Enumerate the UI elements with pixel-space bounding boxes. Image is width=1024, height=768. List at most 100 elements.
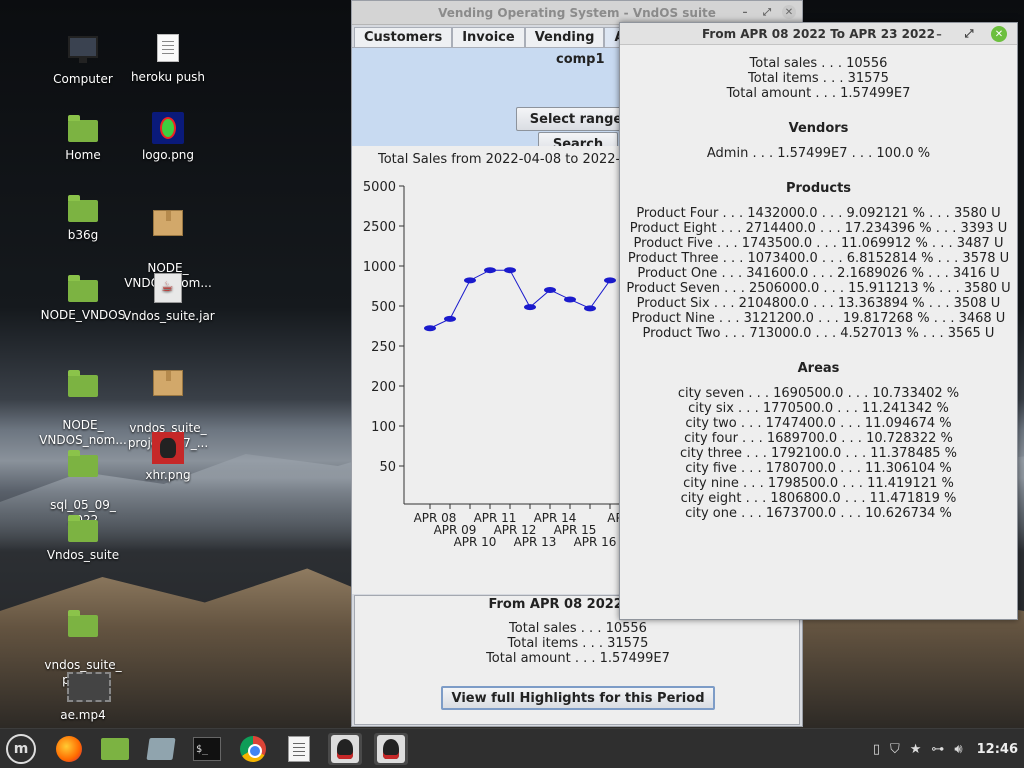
desktop-icon-node-vndos[interactable]: NODE_VNDOS	[38, 272, 128, 323]
company-label: comp1	[556, 52, 605, 67]
area-row: city eight . . . 1806800.0 . . . 11.4718…	[680, 491, 957, 506]
desktop-icon-vndos-suite-jar[interactable]: Vndos_suite.jar	[123, 272, 215, 324]
desktop-icon-ae-mp4[interactable]: ae.mp4	[38, 672, 128, 723]
minimize-icon[interactable]: –	[738, 5, 752, 19]
popup-titlebar[interactable]: From APR 08 2022 To APR 23 2022 – ⤢ ✕	[620, 23, 1017, 45]
area-row: city five . . . 1780700.0 . . . 11.30610…	[685, 461, 952, 476]
archive-icon	[152, 370, 184, 402]
folder-icon	[67, 272, 99, 304]
desktop-icon-label: logo.png	[141, 148, 195, 162]
video-icon	[67, 672, 111, 704]
y-tick-label: 2500	[363, 220, 396, 235]
desktop-icon-heroku-push[interactable]: heroku push	[123, 32, 213, 85]
taskbar-java-app-2[interactable]	[374, 733, 408, 765]
desktop-icon-computer[interactable]: Computer	[38, 32, 128, 87]
document-viewer-icon	[288, 736, 310, 762]
maximize-icon[interactable]: ⤢	[760, 5, 774, 19]
window-title: Vending Operating System - VndOS suite	[438, 5, 716, 20]
x-tick-label: APR 10	[454, 535, 497, 549]
product-row: Product Nine . . . 3121200.0 . . . 19.81…	[631, 311, 1006, 326]
close-icon[interactable]: ✕	[991, 26, 1007, 42]
desktop-icon-home[interactable]: Home	[38, 112, 128, 163]
series-line	[429, 269, 611, 329]
desktop-icon-b36g[interactable]: b36g	[38, 192, 128, 243]
data-point	[544, 286, 556, 293]
home-folder-icon	[67, 112, 99, 144]
select-range-button[interactable]: Select range	[516, 107, 636, 131]
taskbar-documents[interactable]	[282, 733, 316, 765]
text-editor-icon	[146, 738, 176, 760]
summary-total-sales: Total sales . . . 10556	[509, 621, 647, 636]
desktop-icon-xhr-png[interactable]: xhr.png	[123, 432, 213, 483]
product-row: Product Seven . . . 2506000.0 . . . 15.9…	[626, 281, 1011, 296]
product-row: Product Two . . . 713000.0 . . . 4.52701…	[642, 326, 995, 341]
star-icon[interactable]: ★	[910, 742, 922, 757]
view-highlights-button[interactable]: View full Highlights for this Period	[441, 686, 715, 710]
taskbar-terminal[interactable]: $_	[190, 733, 224, 765]
folder-icon	[67, 607, 99, 639]
tab-vending[interactable]: Vending	[524, 27, 605, 47]
folder-icon	[67, 447, 99, 479]
minimize-icon[interactable]: –	[931, 26, 947, 42]
summary-total-amount: Total amount . . . 1.57499E7	[486, 651, 670, 666]
desktop-icon-label: Home	[65, 148, 101, 162]
desktop-icon-label: Vndos_suite.jar	[123, 309, 215, 323]
vendors-heading: Vendors	[788, 121, 849, 136]
y-tick-label: 5000	[363, 180, 396, 195]
network-icon[interactable]: ⊶	[931, 742, 944, 757]
tab-customers[interactable]: Customers	[354, 27, 453, 47]
desktop-icon-vndos-suite[interactable]: Vndos_suite	[38, 512, 128, 563]
folder-icon	[67, 512, 99, 544]
popup-total-amount: Total amount . . . 1.57499E7	[726, 86, 911, 101]
taskbar-chrome[interactable]	[236, 733, 270, 765]
desktop-icon-label: Vndos_suite	[46, 548, 120, 562]
close-icon[interactable]: ✕	[782, 5, 796, 19]
area-row: city nine . . . 1798500.0 . . . 11.41912…	[683, 476, 954, 491]
x-tick-label: APR 13	[514, 535, 557, 549]
image-icon	[152, 112, 184, 144]
product-row: Product One . . . 341600.0 . . . 2.16890…	[637, 266, 1000, 281]
maximize-icon[interactable]: ⤢	[961, 26, 977, 42]
data-point	[604, 277, 616, 284]
desktop-icon-label: xhr.png	[145, 468, 191, 482]
highlights-popup: From APR 08 2022 To APR 23 2022 – ⤢ ✕ To…	[619, 22, 1018, 620]
data-point	[524, 304, 536, 311]
shield-icon[interactable]: ⛉	[890, 742, 900, 757]
data-point	[584, 305, 596, 312]
text-file-icon	[152, 34, 184, 66]
update-icon[interactable]: ▯	[873, 742, 880, 757]
volume-icon[interactable]: 🔊︎	[954, 742, 962, 757]
popup-total-sales: Total sales . . . 10556	[749, 56, 888, 71]
data-point	[444, 315, 456, 322]
chrome-icon	[240, 736, 266, 762]
desktop-icon-label: heroku push	[130, 70, 206, 84]
taskbar-text-editor[interactable]	[144, 733, 178, 765]
taskbar-java-app-1[interactable]	[328, 733, 362, 765]
desktop-icon-logo-png[interactable]: logo.png	[123, 112, 213, 163]
taskbar-files[interactable]	[98, 733, 132, 765]
terminal-icon: $_	[193, 737, 221, 761]
taskbar-firefox[interactable]	[52, 733, 86, 765]
y-tick-label: 50	[379, 460, 396, 475]
product-row: Product Eight . . . 2714400.0 . . . 17.2…	[629, 221, 1008, 236]
area-row: city four . . . 1689700.0 . . . 10.72832…	[684, 431, 953, 446]
files-icon	[101, 738, 129, 760]
product-row: Product Four . . . 1432000.0 . . . 9.092…	[636, 206, 1001, 221]
data-point	[504, 267, 516, 274]
folder-icon	[67, 192, 99, 224]
tab-invoice[interactable]: Invoice	[452, 27, 525, 47]
menu-button[interactable]: m	[4, 733, 38, 765]
product-row: Product Five . . . 1743500.0 . . . 11.06…	[633, 236, 1004, 251]
folder-icon	[67, 367, 99, 399]
clock[interactable]: 12:46	[977, 742, 1018, 757]
menu-icon: m	[6, 734, 36, 764]
product-row: Product Six . . . 2104800.0 . . . 13.363…	[636, 296, 1001, 311]
data-point	[564, 296, 576, 303]
area-row: city six . . . 1770500.0 . . . 11.241342…	[688, 401, 949, 416]
y-tick-label: 1000	[363, 260, 396, 275]
area-row: city three . . . 1792100.0 . . . 11.3784…	[679, 446, 957, 461]
popup-total-items: Total items . . . 31575	[748, 71, 889, 86]
firefox-icon	[56, 736, 82, 762]
popup-title: From APR 08 2022 To APR 23 2022	[701, 26, 935, 41]
y-tick-label: 100	[371, 420, 396, 435]
